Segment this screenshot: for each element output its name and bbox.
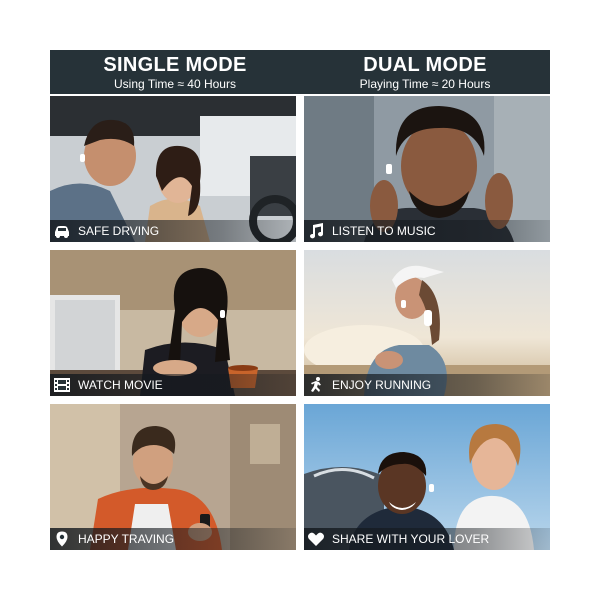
heart-icon — [308, 532, 324, 546]
film-icon — [54, 378, 70, 392]
running-person-icon — [311, 377, 321, 392]
tile-safe-driving: SAFE DRVING — [50, 96, 296, 242]
tile-listen-to-music: LISTEN TO MUSIC — [304, 96, 550, 242]
single-mode-heading: SINGLE MODE Using Time ≈ 40 Hours — [50, 54, 300, 91]
tile-caption: ENJOY RUNNING — [332, 378, 432, 392]
dual-mode-subtitle: Playing Time ≈ 20 Hours — [359, 77, 491, 91]
product-infographic: SINGLE MODE Using Time ≈ 40 Hours DUAL M… — [50, 50, 550, 550]
location-pin-icon — [56, 531, 68, 547]
single-mode-title: SINGLE MODE — [103, 54, 247, 76]
dual-mode-title: DUAL MODE — [363, 54, 487, 76]
tile-caption: SAFE DRVING — [78, 224, 160, 238]
tile-watch-movie: WATCH MOVIE — [50, 250, 296, 396]
tile-enjoy-running: ENJOY RUNNING — [304, 250, 550, 396]
tile-caption: HAPPY TRAVING — [78, 532, 175, 546]
music-note-icon — [310, 223, 324, 239]
car-icon — [55, 226, 69, 238]
tile-caption: SHARE WITH YOUR LOVER — [332, 532, 490, 546]
tile-caption: LISTEN TO MUSIC — [332, 224, 436, 238]
tile-caption: WATCH MOVIE — [78, 378, 163, 392]
mode-header: SINGLE MODE Using Time ≈ 40 Hours DUAL M… — [50, 50, 550, 94]
dual-mode-heading: DUAL MODE Playing Time ≈ 20 Hours — [300, 54, 550, 91]
tile-happy-traveling: HAPPY TRAVING — [50, 404, 296, 550]
single-mode-subtitle: Using Time ≈ 40 Hours — [114, 77, 236, 91]
tile-share-with-your-lover: SHARE WITH YOUR LOVER — [304, 404, 550, 550]
